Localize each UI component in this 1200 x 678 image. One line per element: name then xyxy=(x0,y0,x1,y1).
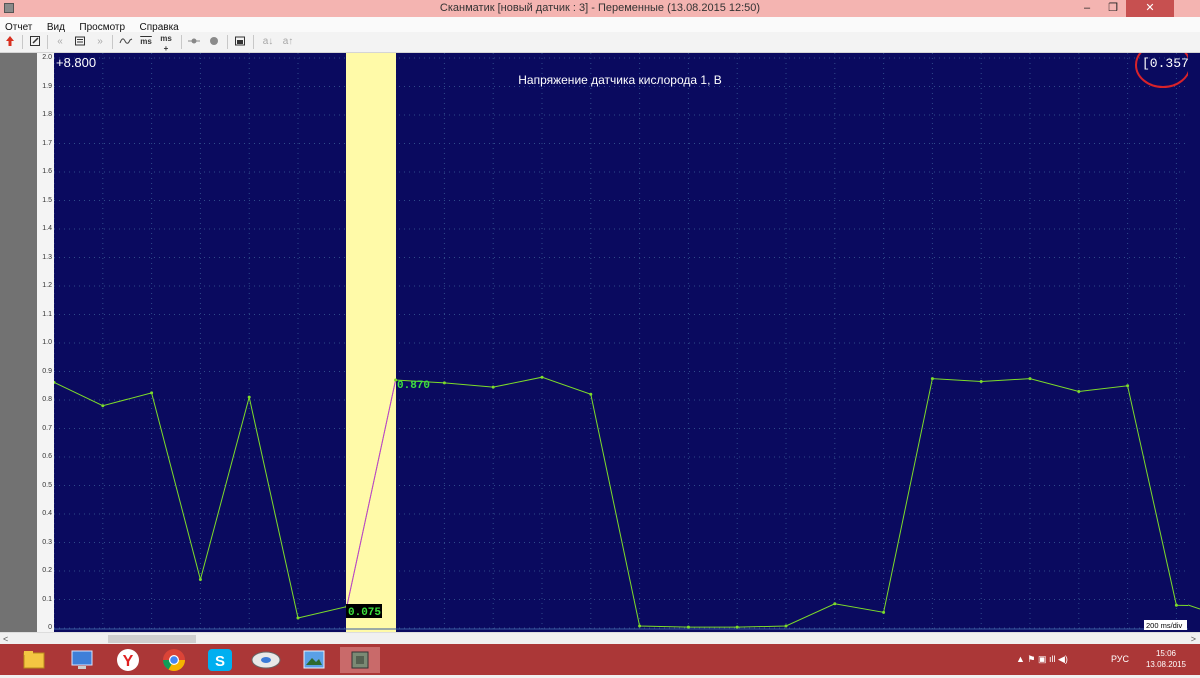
data-point xyxy=(686,625,690,629)
chrome-icon[interactable] xyxy=(154,647,194,673)
y-tick-label: 0.1 xyxy=(42,595,52,603)
minimize-button[interactable]: – xyxy=(1074,0,1100,17)
data-point xyxy=(198,578,202,582)
data-point xyxy=(735,625,739,629)
data-point xyxy=(296,616,300,620)
current-value-readout: [0.357] xyxy=(1142,56,1188,71)
close-button[interactable]: ✕ xyxy=(1126,0,1174,17)
image-viewer-icon[interactable] xyxy=(294,647,334,673)
y-tick-label: 1.5 xyxy=(42,196,52,204)
cursor-low-value: 0.075 xyxy=(348,607,381,619)
scale-down-button[interactable]: a↓ xyxy=(260,34,276,50)
data-point xyxy=(784,624,788,628)
y-tick-label: 2.0 xyxy=(42,54,52,61)
edit-icon[interactable] xyxy=(28,34,42,50)
rewind-icon[interactable]: « xyxy=(53,34,67,50)
skype-icon[interactable]: S xyxy=(200,647,240,673)
y-tick-label: 1.2 xyxy=(42,282,52,289)
computer-icon[interactable] xyxy=(62,647,102,673)
chart-svg: +8.800 Напряжение датчика кислорода 1, В… xyxy=(54,53,1188,632)
series-line xyxy=(54,376,1188,628)
data-point xyxy=(638,624,642,628)
ms-increase-label: ms xyxy=(160,34,172,43)
grid xyxy=(54,53,1188,632)
plot-area[interactable]: +8.800 Напряжение датчика кислорода 1, В… xyxy=(54,53,1188,632)
language-indicator[interactable]: РУС xyxy=(1111,644,1129,675)
data-point xyxy=(833,602,837,606)
cursor-high-value: 0.870 xyxy=(397,380,430,392)
y-tick-label: 1.9 xyxy=(42,82,52,90)
toolbar: « » ms ms + a↓ a↑ xyxy=(0,32,1200,53)
yandex-browser-icon[interactable]: Y xyxy=(108,647,148,673)
maximize-button[interactable]: ❐ xyxy=(1100,0,1126,17)
file-explorer-icon[interactable] xyxy=(14,647,54,673)
waveform-icon[interactable] xyxy=(118,34,134,50)
svg-text:S: S xyxy=(215,653,225,670)
y-tick-label: 1.8 xyxy=(42,111,52,118)
data-point xyxy=(979,379,983,383)
scroll-thumb[interactable] xyxy=(108,635,196,643)
ms-decrease-button[interactable]: ms xyxy=(138,34,154,50)
y-tick-label: 0.6 xyxy=(42,453,52,460)
back-arrow-icon[interactable] xyxy=(3,34,17,50)
y-tick-label: 0 xyxy=(48,624,52,631)
title-bar: Сканматик [новый датчик : 3] - Переменны… xyxy=(0,0,1200,17)
cursor-band[interactable] xyxy=(346,53,396,632)
data-point xyxy=(589,392,593,396)
clock-time: 15:06 xyxy=(1155,649,1176,658)
data-point xyxy=(882,610,886,614)
system-tray-icons[interactable]: ▲ ⚑ ▣ ıll ◀) xyxy=(1016,644,1068,675)
record-icon[interactable] xyxy=(207,34,221,50)
chart-title: Напряжение датчика кислорода 1, В xyxy=(518,73,722,87)
y-tick-label: 0.9 xyxy=(42,367,52,375)
y-tick-label: 1.0 xyxy=(42,339,52,346)
taskbar: Y S ▲ ⚑ ▣ ıll ◀) РУС 15:06 13.08.2015 xyxy=(0,644,1200,675)
y-tick-label: 0.2 xyxy=(42,567,52,574)
svg-text:Y: Y xyxy=(123,653,134,670)
y-tick-label: 1.1 xyxy=(42,310,52,318)
data-point xyxy=(540,375,544,379)
data-point xyxy=(247,395,251,399)
data-point xyxy=(1077,389,1081,393)
y-tick-label: 0.3 xyxy=(42,538,52,546)
y-axis: 2.0 1.9 1.8 1.7 1.6 1.5 1.4 1.3 1.2 1.1 1.0 0.9 0.8 0… xyxy=(37,53,54,632)
forward-icon[interactable]: » xyxy=(93,34,107,50)
data-point xyxy=(150,391,154,395)
data-point xyxy=(442,381,446,385)
window-title: Сканматик [новый датчик : 3] - Переменны… xyxy=(439,2,761,14)
data-point xyxy=(1126,384,1130,388)
y-tick-label: 1.3 xyxy=(42,253,52,261)
y-tick-label: 0.7 xyxy=(42,424,52,432)
data-point xyxy=(1174,603,1178,607)
plus-icon: + xyxy=(163,44,169,53)
data-point xyxy=(101,404,105,408)
data-point xyxy=(930,377,934,381)
scanmatik-taskbar-icon[interactable] xyxy=(340,647,380,673)
data-points xyxy=(54,375,1178,629)
offset-label: +8.800 xyxy=(56,55,96,70)
disc-app-icon[interactable] xyxy=(246,647,286,673)
screenshot-icon[interactable] xyxy=(233,34,247,50)
scale-up-button[interactable]: a↑ xyxy=(280,34,296,50)
left-panel xyxy=(0,53,37,632)
data-point xyxy=(491,385,495,389)
ms-increase-button[interactable]: ms + xyxy=(158,34,174,53)
plot-right-edge xyxy=(1188,53,1200,632)
y-tick-label: 1.6 xyxy=(42,168,52,175)
clock-date: 13.08.2015 xyxy=(1145,660,1186,669)
crosshair-icon[interactable] xyxy=(187,34,201,50)
timebase-label: 200 ms/div xyxy=(1146,621,1183,630)
y-tick-label: 1.4 xyxy=(42,225,52,232)
clock[interactable]: 15:06 13.08.2015 xyxy=(1146,648,1186,670)
y-tick-label: 0.8 xyxy=(42,396,52,403)
y-tick-label: 0.5 xyxy=(42,481,52,489)
data-point xyxy=(1028,377,1032,381)
list-icon[interactable] xyxy=(73,34,87,50)
y-tick-label: 0.4 xyxy=(42,510,52,517)
y-tick-label: 1.7 xyxy=(42,139,52,147)
menu-bar: Отчет Вид Просмотр Справка xyxy=(0,17,1200,33)
